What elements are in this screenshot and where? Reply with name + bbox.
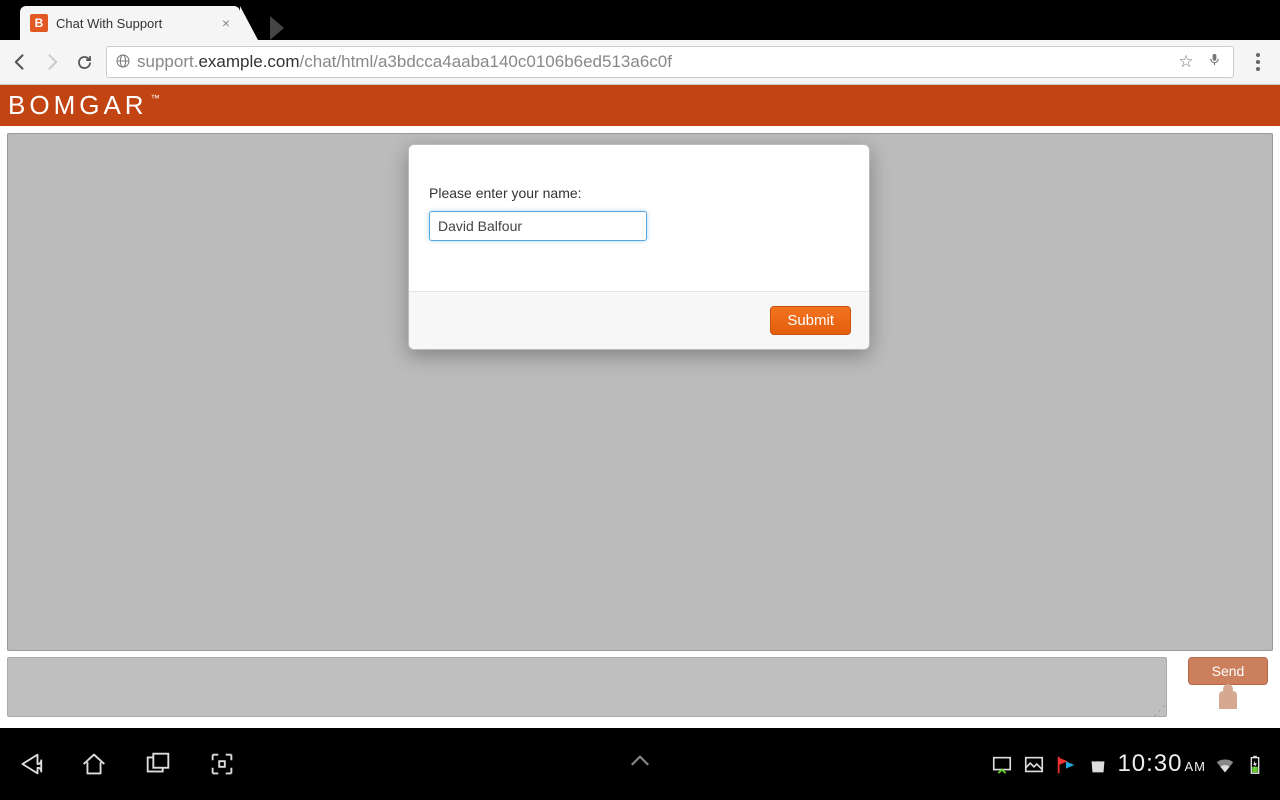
brand-logo: BOMGAR™ bbox=[8, 90, 160, 121]
send-button[interactable]: Send bbox=[1188, 657, 1268, 685]
status-clock: 10:30 AM bbox=[1117, 750, 1206, 778]
tab-favicon: B bbox=[30, 14, 48, 32]
android-back-icon[interactable] bbox=[14, 748, 46, 780]
back-button[interactable] bbox=[10, 52, 30, 72]
android-expand-icon[interactable] bbox=[627, 748, 653, 780]
status-flag-icon bbox=[1055, 754, 1077, 774]
chat-message-input[interactable]: ⋰ bbox=[7, 657, 1167, 717]
android-screenshot-icon[interactable] bbox=[206, 748, 238, 780]
tab-close-icon[interactable]: × bbox=[222, 15, 230, 31]
voice-search-icon[interactable] bbox=[1203, 52, 1225, 72]
url-text: support.example.com/chat/html/a3bdcca4aa… bbox=[137, 52, 1169, 72]
name-prompt-dialog: Please enter your name: Submit bbox=[408, 144, 870, 350]
status-wifi-icon bbox=[1214, 754, 1236, 774]
user-avatar-icon bbox=[1219, 691, 1237, 709]
browser-toolbar: support.example.com/chat/html/a3bdcca4aa… bbox=[0, 40, 1280, 85]
status-gallery-icon bbox=[1023, 754, 1045, 774]
reload-button[interactable] bbox=[74, 52, 94, 72]
browser-tab[interactable]: B Chat With Support × bbox=[20, 6, 240, 40]
page-body: ⋰ Send Please enter your name: Submit bbox=[0, 126, 1280, 728]
brand-header: BOMGAR™ bbox=[0, 85, 1280, 126]
resize-handle-icon[interactable]: ⋰ bbox=[1153, 707, 1165, 715]
android-recents-icon[interactable] bbox=[142, 748, 174, 780]
android-system-bar: 10:30 AM bbox=[0, 728, 1280, 800]
site-info-icon[interactable] bbox=[115, 53, 131, 72]
new-tab-button[interactable] bbox=[270, 16, 284, 40]
tab-title: Chat With Support bbox=[56, 16, 162, 31]
url-bar[interactable]: support.example.com/chat/html/a3bdcca4aa… bbox=[106, 46, 1234, 78]
browser-tab-strip: B Chat With Support × bbox=[0, 5, 1280, 40]
submit-button[interactable]: Submit bbox=[770, 306, 851, 335]
forward-button[interactable] bbox=[42, 52, 62, 72]
status-battery-icon bbox=[1244, 754, 1266, 774]
name-input[interactable] bbox=[429, 211, 647, 241]
status-store-icon bbox=[1087, 754, 1109, 774]
name-prompt-label: Please enter your name: bbox=[429, 185, 849, 201]
status-cast-icon bbox=[991, 754, 1013, 774]
bookmark-star-icon[interactable]: ☆ bbox=[1175, 52, 1197, 72]
browser-menu-icon[interactable] bbox=[1246, 50, 1270, 74]
android-home-icon[interactable] bbox=[78, 748, 110, 780]
